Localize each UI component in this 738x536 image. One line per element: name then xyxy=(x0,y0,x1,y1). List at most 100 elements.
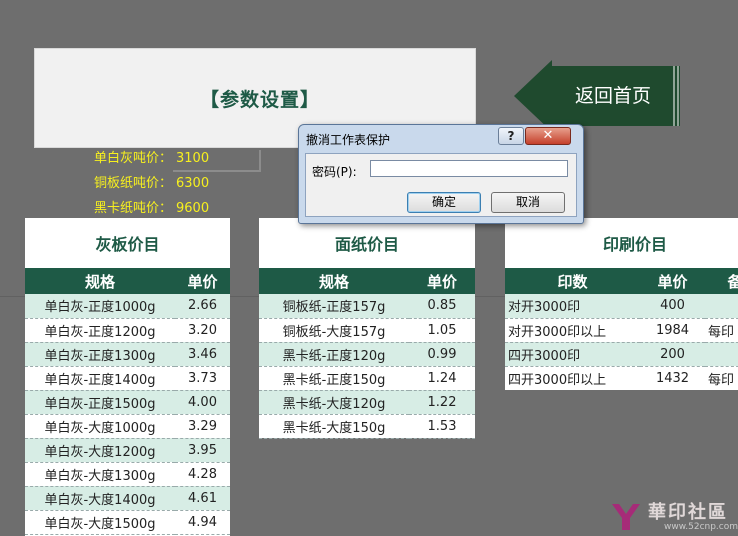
cell[interactable]: 3.95 xyxy=(175,438,230,463)
param-label: 铜板纸吨价： xyxy=(94,176,173,191)
table-row[interactable]: 黑卡纸-大度120g 1.22 xyxy=(259,390,475,415)
column-header[interactable]: 规格 xyxy=(25,268,175,294)
param-row: 铜板纸吨价： 6300 xyxy=(94,173,260,198)
dialog-body: 密码(P): 确定 取消 xyxy=(305,153,577,217)
back-button-label: 返回首页 xyxy=(574,85,651,107)
cell[interactable]: 1.24 xyxy=(409,366,475,391)
table-row[interactable]: 单白灰-大度1400g 4.61 xyxy=(25,486,230,511)
watermark-name: 華印社區 xyxy=(648,502,728,523)
cell[interactable]: 每印 xyxy=(705,318,738,343)
cell[interactable]: 每印 xyxy=(705,366,738,390)
printing-panel: 印刷价目 印数 单价 备 对开3000印 400 对开3000印以上 1984 每印 … xyxy=(505,218,738,390)
cell[interactable]: 单白灰-正度1400g xyxy=(25,366,175,391)
printing-table: 印数 单价 备 对开3000印 400 对开3000印以上 1984 每印 四开300… xyxy=(505,268,738,390)
param-value[interactable]: 6300 xyxy=(174,173,260,198)
help-button[interactable]: ? xyxy=(498,127,524,145)
cell[interactable]: 200 xyxy=(640,342,705,367)
cell[interactable]: 四开3000印以上 xyxy=(505,366,640,390)
cell[interactable]: 单白灰-大度1200g xyxy=(25,438,175,463)
cell[interactable]: 单白灰-大度1500g xyxy=(25,510,175,535)
cell[interactable]: 铜板纸-正度157g xyxy=(259,294,409,319)
cell[interactable]: 1432 xyxy=(640,366,705,390)
watermark: 華印社區 www.52cnp.com xyxy=(608,496,738,536)
column-header[interactable]: 单价 xyxy=(175,268,230,294)
panel-title: 印刷价目 xyxy=(602,235,667,254)
cell[interactable]: 四开3000印 xyxy=(505,342,640,367)
cell[interactable]: 黑卡纸-大度150g xyxy=(259,414,409,439)
cell[interactable]: 0.85 xyxy=(409,294,475,319)
table-row[interactable]: 对开3000印 400 xyxy=(505,294,738,319)
cell[interactable] xyxy=(705,342,738,367)
table-row[interactable]: 黑卡纸-正度150g 1.24 xyxy=(259,366,475,391)
cell[interactable]: 4.00 xyxy=(175,390,230,415)
password-field[interactable] xyxy=(370,160,568,177)
table-row[interactable]: 单白灰-正度1200g 3.20 xyxy=(25,318,230,343)
cancel-button[interactable]: 取消 xyxy=(491,192,565,213)
paper-panel: 面纸价目 规格 单价 铜板纸-正度157g 0.85 铜板纸-大度157g 1.05… xyxy=(259,218,475,439)
cell[interactable]: 单白灰-大度1300g xyxy=(25,462,175,487)
cell[interactable]: 3.73 xyxy=(175,366,230,391)
cell[interactable]: 2.66 xyxy=(175,294,230,319)
panel-title: 面纸价目 xyxy=(334,235,399,254)
cell[interactable]: 单白灰-正度1500g xyxy=(25,390,175,415)
table-row[interactable]: 单白灰-大度1500g 4.94 xyxy=(25,510,230,535)
cell[interactable]: 3.46 xyxy=(175,342,230,367)
page-title: 【参数设置】 xyxy=(199,88,320,111)
dialog-title: 撤消工作表保护 xyxy=(306,133,391,147)
back-to-home-button[interactable]: 返回首页 xyxy=(514,60,686,132)
table-row[interactable]: 单白灰-正度1400g 3.73 xyxy=(25,366,230,391)
cell[interactable]: 单白灰-正度1300g xyxy=(25,342,175,367)
param-label: 单白灰吨价： xyxy=(94,151,173,166)
cell[interactable]: 3.29 xyxy=(175,414,230,439)
table-row[interactable]: 单白灰-正度1000g 2.66 xyxy=(25,294,230,319)
column-header[interactable]: 单价 xyxy=(409,268,475,294)
cell[interactable]: 对开3000印以上 xyxy=(505,318,640,343)
cell[interactable]: 1.22 xyxy=(409,390,475,415)
cell[interactable]: 1.05 xyxy=(409,318,475,343)
watermark-url: www.52cnp.com xyxy=(664,522,738,532)
cell[interactable]: 单白灰-大度1000g xyxy=(25,414,175,439)
cell[interactable]: 4.61 xyxy=(175,486,230,511)
selected-cell-frame xyxy=(173,150,261,172)
table-row[interactable]: 对开3000印以上 1984 每印 xyxy=(505,318,738,343)
table-row[interactable]: 四开3000印以上 1432 每印 xyxy=(505,366,738,390)
cell[interactable]: 1984 xyxy=(640,318,705,343)
cell[interactable]: 铜板纸-大度157g xyxy=(259,318,409,343)
cell[interactable]: 4.28 xyxy=(175,462,230,487)
paper-table: 规格 单价 铜板纸-正度157g 0.85 铜板纸-大度157g 1.05 黑卡纸-… xyxy=(259,268,475,439)
cell[interactable]: 单白灰-正度1000g xyxy=(25,294,175,319)
table-row[interactable]: 铜板纸-大度157g 1.05 xyxy=(259,318,475,343)
column-header[interactable]: 规格 xyxy=(259,268,409,294)
cell[interactable] xyxy=(705,294,738,319)
cell[interactable]: 对开3000印 xyxy=(505,294,640,319)
cell[interactable]: 单白灰-正度1200g xyxy=(25,318,175,343)
close-button[interactable]: ✕ xyxy=(525,127,571,145)
cell[interactable]: 0.99 xyxy=(409,342,475,367)
gray-board-panel: 灰板价目 规格 单价 单白灰-正度1000g 2.66 单白灰-正度1200g 3.… xyxy=(25,218,230,536)
cell[interactable]: 400 xyxy=(640,294,705,319)
column-header[interactable]: 印数 xyxy=(505,268,640,294)
cell[interactable]: 黑卡纸-大度120g xyxy=(259,390,409,415)
unprotect-sheet-dialog: 撤消工作表保护 ? ✕ 密码(P): 确定 取消 xyxy=(298,124,584,224)
watermark-logo-icon xyxy=(612,504,640,530)
cell[interactable]: 黑卡纸-正度150g xyxy=(259,366,409,391)
cell[interactable]: 4.94 xyxy=(175,510,230,535)
ok-button[interactable]: 确定 xyxy=(407,192,481,213)
table-row[interactable]: 单白灰-大度1200g 3.95 xyxy=(25,438,230,463)
panel-title: 灰板价目 xyxy=(95,235,160,254)
cell[interactable]: 3.20 xyxy=(175,318,230,343)
column-header[interactable]: 备 xyxy=(705,268,738,294)
cell[interactable]: 1.53 xyxy=(409,414,475,439)
table-row[interactable]: 单白灰-正度1500g 4.00 xyxy=(25,390,230,415)
table-row[interactable]: 四开3000印 200 xyxy=(505,342,738,367)
table-row[interactable]: 单白灰-大度1000g 3.29 xyxy=(25,414,230,439)
cell[interactable]: 单白灰-大度1400g xyxy=(25,486,175,511)
gray-board-table: 规格 单价 单白灰-正度1000g 2.66 单白灰-正度1200g 3.20 单白… xyxy=(25,268,230,535)
column-header[interactable]: 单价 xyxy=(640,268,705,294)
table-row[interactable]: 黑卡纸-大度150g 1.53 xyxy=(259,414,475,439)
table-row[interactable]: 铜板纸-正度157g 0.85 xyxy=(259,294,475,319)
table-row[interactable]: 单白灰-正度1300g 3.46 xyxy=(25,342,230,367)
table-row[interactable]: 黑卡纸-正度120g 0.99 xyxy=(259,342,475,367)
cell[interactable]: 黑卡纸-正度120g xyxy=(259,342,409,367)
table-row[interactable]: 单白灰-大度1300g 4.28 xyxy=(25,462,230,487)
